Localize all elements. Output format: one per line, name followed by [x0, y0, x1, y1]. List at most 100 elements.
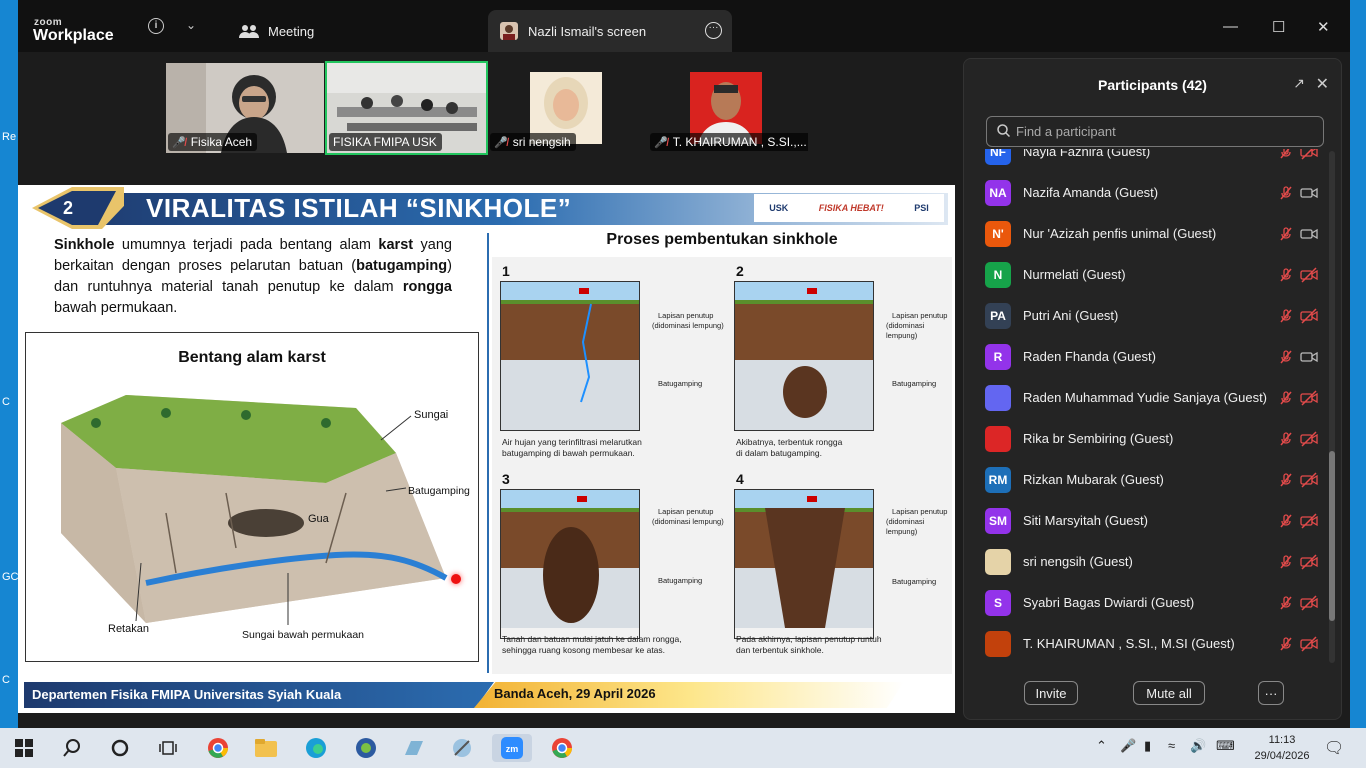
participant-row[interactable]: RM Rizkan Mubarak (Guest)	[970, 459, 1330, 500]
microphone-icon[interactable]: 🎤	[1120, 738, 1136, 754]
participant-row[interactable]: sri nengsih (Guest)	[970, 541, 1330, 582]
video-name-label: 🎤̸ T. KHAIRUMAN , S.SI.,...	[650, 133, 808, 151]
chrome-icon[interactable]	[198, 734, 238, 762]
participant-row[interactable]: PA Putri Ani (Guest)	[970, 295, 1330, 336]
invite-button[interactable]: Invite	[1024, 681, 1078, 705]
keyboard-icon[interactable]: ⌨	[1216, 738, 1235, 754]
close-panel-icon[interactable]: ✕	[1316, 74, 1329, 94]
mic-muted-icon[interactable]	[1278, 226, 1294, 242]
mic-muted-icon[interactable]	[1278, 595, 1294, 611]
desktop-icon-label: Re	[2, 131, 17, 143]
video-tile[interactable]: 🎤̸ Fisika Aceh	[166, 63, 324, 153]
edge-icon[interactable]	[296, 734, 336, 762]
label-rock: Batugamping	[658, 576, 703, 585]
mic-muted-icon[interactable]	[1278, 390, 1294, 406]
popout-icon[interactable]: ↗	[1293, 75, 1305, 92]
info-icon[interactable]: i	[148, 18, 164, 34]
step-caption: Pada akhirnya, lapisan penutup runtuh	[736, 634, 882, 644]
camera-off-icon[interactable]	[1300, 635, 1318, 652]
video-tile[interactable]: 🎤̸ sri nengsih	[488, 63, 648, 153]
cortana-icon[interactable]	[100, 734, 140, 762]
wifi-icon[interactable]: ≈	[1168, 738, 1175, 753]
mic-muted-icon[interactable]	[1278, 554, 1294, 570]
app-icon[interactable]	[346, 734, 386, 762]
camera-off-icon[interactable]	[1300, 389, 1318, 406]
more-options-icon[interactable]: ···	[705, 22, 722, 39]
slide-title: VIRALITAS ISTILAH “SINKHOLE”	[146, 193, 572, 223]
avatar: SM	[985, 507, 1011, 534]
video-name-label: FISIKA FMIPA USK	[329, 133, 442, 151]
close-window-icon[interactable]: ✕	[1317, 18, 1330, 36]
participant-row[interactable]: S Syabri Bagas Dwiardi (Guest)	[970, 582, 1330, 623]
participant-row[interactable]: Raden Muhammad Yudie Sanjaya (Guest)	[970, 377, 1330, 418]
tab-shared-screen[interactable]: Nazli Ismail's screen ···	[488, 10, 732, 52]
participant-row[interactable]: NA Nazifa Amanda (Guest)	[970, 172, 1330, 213]
participant-name: Rika br Sembiring (Guest)	[1023, 431, 1174, 446]
chevron-up-icon[interactable]: ⌃	[1096, 738, 1107, 754]
mic-muted-icon[interactable]	[1278, 636, 1294, 652]
tab-meeting[interactable]: Meeting	[234, 10, 484, 52]
participant-row[interactable]: SM Siti Marsyitah (Guest)	[970, 500, 1330, 541]
mic-muted-icon[interactable]	[1278, 513, 1294, 529]
step-caption: dan terbentuk sinkhole.	[736, 645, 824, 655]
mic-muted-icon[interactable]	[1278, 308, 1294, 324]
participant-list[interactable]: NF Nayla Fazhira (Guest) NA Nazifa Amanda (…	[970, 149, 1330, 665]
video-tile[interactable]: 🎤̸ T. KHAIRUMAN , S.SI.,...	[648, 63, 808, 153]
step-caption: batugamping di bawah permukaan.	[502, 448, 635, 458]
volume-icon[interactable]: 🔊	[1190, 738, 1206, 754]
camera-off-icon[interactable]	[1300, 512, 1318, 529]
video-tile-active-speaker[interactable]: FISIKA FMIPA USK	[325, 61, 488, 155]
participant-row[interactable]: Rika br Sembiring (Guest)	[970, 418, 1330, 459]
participant-row[interactable]: R Raden Fhanda (Guest)	[970, 336, 1330, 377]
participant-row[interactable]: NF Nayla Fazhira (Guest)	[970, 149, 1330, 172]
mic-muted-icon[interactable]	[1278, 349, 1294, 365]
camera-off-icon[interactable]	[1300, 553, 1318, 570]
more-button[interactable]: ···	[1258, 681, 1284, 705]
participant-scrollbar[interactable]	[1329, 151, 1335, 663]
svg-text:zm: zm	[506, 744, 519, 754]
camera-off-icon[interactable]	[1300, 266, 1318, 283]
mic-muted-icon[interactable]	[1278, 149, 1294, 160]
camera-icon[interactable]	[1300, 349, 1318, 365]
notification-icon[interactable]: 🗨	[1324, 738, 1344, 758]
camera-off-icon[interactable]	[1300, 149, 1318, 160]
clock-time: 11:13	[1268, 734, 1296, 746]
mic-muted-icon[interactable]	[1278, 267, 1294, 283]
camera-off-icon[interactable]	[1300, 307, 1318, 324]
participant-name: sri nengsih (Guest)	[1023, 554, 1133, 569]
participant-row[interactable]: N Nurmelati (Guest)	[970, 254, 1330, 295]
app-icon[interactable]	[442, 734, 482, 762]
camera-off-icon[interactable]	[1300, 471, 1318, 488]
participant-name: Siti Marsyitah (Guest)	[1023, 513, 1148, 528]
label-gua: Gua	[308, 513, 329, 525]
camera-icon[interactable]	[1300, 185, 1318, 201]
minimize-icon[interactable]: —	[1223, 18, 1238, 35]
taskbar: zm ⌃ 🎤 ▮ ≈ 🔊 ⌨ 11:13 29/04/2026 🗨	[0, 728, 1366, 768]
find-participant-input[interactable]: Find a participant	[986, 116, 1324, 147]
zoom-logo: Workplace	[33, 27, 114, 44]
camera-icon[interactable]	[1300, 226, 1318, 242]
scroll-thumb[interactable]	[1329, 451, 1335, 621]
participant-row[interactable]: T. KHAIRUMAN , S.SI., M.SI (Guest)	[970, 623, 1330, 664]
mic-muted-icon[interactable]	[1278, 431, 1294, 447]
avatar: NF	[985, 149, 1011, 165]
search-icon[interactable]	[52, 734, 92, 762]
participant-row[interactable]: N' Nur 'Azizah penfis unimal (Guest)	[970, 213, 1330, 254]
taskbar-clock[interactable]: 11:13 29/04/2026	[1250, 732, 1314, 764]
task-view-icon[interactable]	[148, 734, 188, 762]
windows-start-icon[interactable]	[4, 734, 44, 762]
zoom-window: zoom Workplace i ⌄ Meeting Nazli Ismail'…	[18, 0, 1350, 728]
chrome-icon[interactable]	[542, 734, 582, 762]
zoom-taskbar-icon[interactable]: zm	[492, 734, 532, 762]
slide-divider	[487, 233, 489, 673]
mic-muted-icon[interactable]	[1278, 472, 1294, 488]
chevron-down-icon[interactable]: ⌄	[186, 18, 196, 32]
battery-icon[interactable]: ▮	[1144, 738, 1151, 754]
mute-all-button[interactable]: Mute all	[1133, 681, 1205, 705]
app-icon[interactable]	[394, 734, 434, 762]
camera-off-icon[interactable]	[1300, 430, 1318, 447]
file-explorer-icon[interactable]	[246, 734, 286, 762]
maximize-icon[interactable]: ☐	[1272, 18, 1285, 36]
mic-muted-icon[interactable]	[1278, 185, 1294, 201]
camera-off-icon[interactable]	[1300, 594, 1318, 611]
